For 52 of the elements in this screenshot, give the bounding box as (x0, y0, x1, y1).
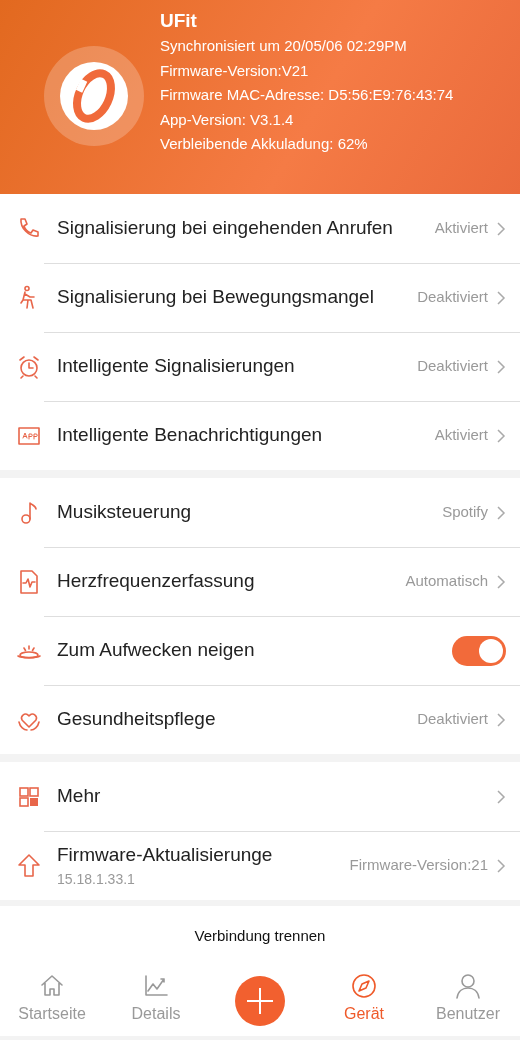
chevron-icon (496, 289, 506, 306)
device-name: UFit (160, 9, 198, 33)
plus-icon (246, 987, 274, 1015)
setting-row[interactable]: Zum Aufwecken neigen (0, 616, 520, 685)
setting-label: Intelligente Benachrichtigungen (57, 423, 323, 448)
setting-sublabel: 15.18.1.33.1 (57, 870, 136, 890)
disconnect-link[interactable]: Verbindung trennen (194, 924, 326, 948)
setting-label: Mehr (57, 784, 101, 809)
chevron-icon (496, 573, 506, 590)
upload-arrow-icon (16, 852, 42, 879)
setting-label: Intelligente Signalisierungen (57, 354, 295, 379)
setting-value: Deaktiviert (417, 709, 488, 730)
device-info: App-Version: V3.1.4 (160, 109, 295, 130)
chevron-icon (496, 788, 506, 805)
setting-label: Firmware-Aktualisierunge (57, 842, 273, 867)
setting-row[interactable]: Intelligente Benachrichtigungen Aktiviert (0, 401, 520, 470)
setting-row[interactable]: Signalisierung bei eingehenden Anrufen Aktiviert (0, 194, 520, 263)
setting-value: Deaktiviert (417, 287, 488, 308)
user-icon (454, 972, 482, 1000)
setting-row[interactable]: Mehr (0, 762, 520, 831)
setting-value: Automatisch (405, 571, 488, 592)
setting-row[interactable]: Herzfrequenzerfassung Automatisch (0, 547, 520, 616)
compass-icon (350, 972, 378, 1000)
setting-row[interactable]: Firmware-Aktualisierunge 15.18.1.33.1 Firmware-Version:21 (0, 831, 520, 900)
setting-value: Deaktiviert (417, 356, 488, 377)
toggle-switch[interactable] (452, 635, 506, 666)
setting-label: Signalisierung bei eingehenden Anrufen (57, 216, 393, 241)
device-info: Firmware MAC-Adresse: D5:56:E9:76:43:74 (160, 85, 454, 105)
chevron-icon (496, 857, 506, 874)
chevron-icon (496, 427, 506, 444)
add-button[interactable] (235, 976, 285, 1026)
setting-row[interactable]: Intelligente Signalisierungen Deaktiviert (0, 332, 520, 401)
chevron-icon (496, 504, 506, 521)
setting-label: Signalisierung bei Bewegungsmangel (57, 285, 374, 310)
setting-value: Aktiviert (434, 218, 488, 239)
chevron-icon (496, 711, 506, 728)
setting-row[interactable]: Gesundheitspflege Deaktiviert (0, 685, 520, 754)
setting-row[interactable]: Signalisierung bei Bewegungsmangel Deaktiviert (0, 263, 520, 332)
setting-label: Gesundheitspflege (57, 707, 216, 732)
setting-value: Firmware-Version:21 (349, 855, 488, 876)
setting-value: Aktiviert (434, 425, 488, 446)
setting-label: Musiksteuerung (57, 500, 192, 525)
chevron-icon (496, 358, 506, 375)
setting-label: Zum Aufwecken neigen (57, 638, 255, 663)
device-info: Verbleibende Akkuladung: 62% (160, 134, 369, 154)
setting-label: Herzfrequenzerfassung (57, 569, 255, 594)
device-info: Firmware-Version:V21 (160, 60, 310, 81)
alarm-clock-icon (16, 353, 42, 380)
device-info: Synchronisiert um 20/05/06 02:29PM (160, 36, 408, 56)
setting-value: Spotify (442, 502, 488, 523)
setting-row[interactable]: Musiksteuerung Spotify (0, 478, 520, 547)
chevron-icon (496, 220, 506, 237)
